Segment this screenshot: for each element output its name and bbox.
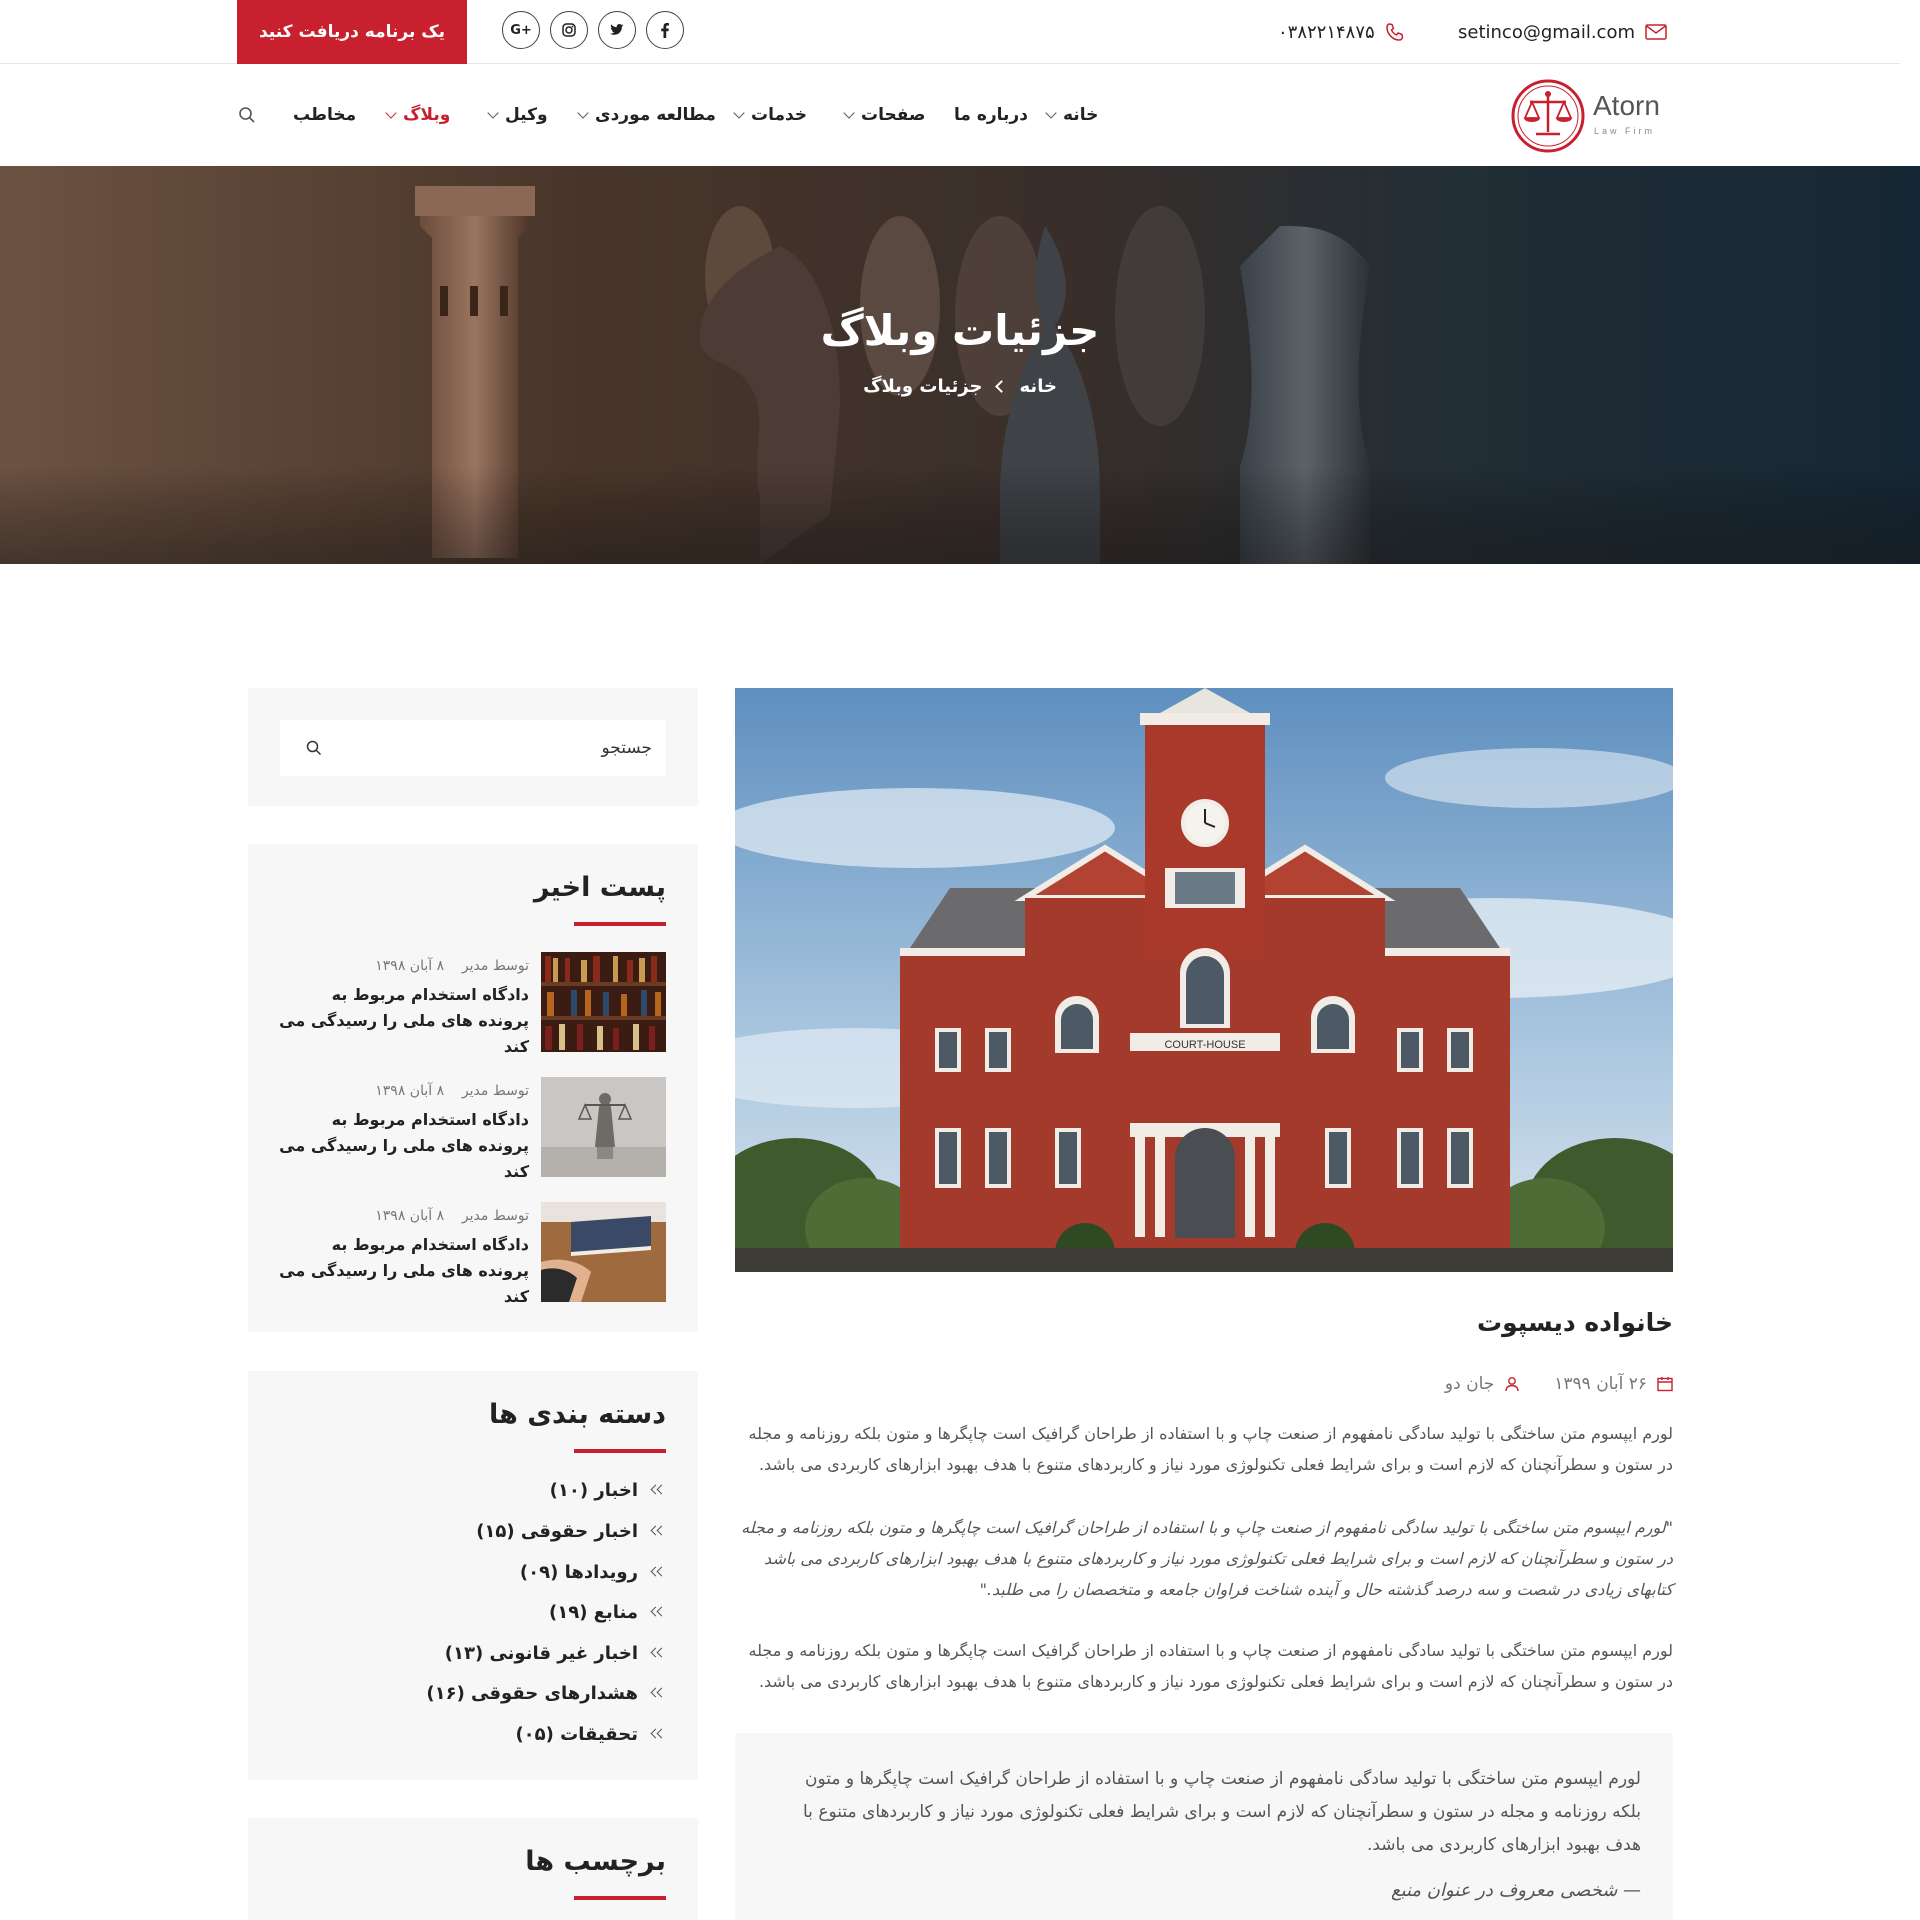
category-item[interactable]: رویدادها (۰۹) — [520, 1557, 667, 1587]
post-paragraph: لورم ایپسوم متن ساختگی با تولید سادگی نا… — [748, 1424, 1673, 1474]
recent-posts-title: پست اخیر — [533, 872, 666, 903]
email-address: setinco@gmail.com — [1458, 21, 1635, 43]
title-underline — [574, 922, 666, 926]
post-meta: توسط مدیر ۸ آبان ۱۳۹۸ — [375, 958, 529, 974]
nav-item-case-study[interactable]: مطالعه موردی — [577, 100, 716, 130]
nav-item-blog[interactable]: وبلاگ — [385, 100, 450, 130]
title-underline — [574, 1896, 666, 1900]
breadcrumb-current: جزئیات وبلاگ — [863, 376, 983, 397]
breadcrumb: خانه جزئیات وبلاگ — [0, 376, 1920, 397]
tags-widget: برچسب ها — [248, 1818, 698, 1920]
search-icon[interactable] — [238, 106, 256, 124]
post-title[interactable]: دادگاه استخدام مربوط به پرونده های ملی ر… — [279, 1232, 529, 1310]
recent-post[interactable]: توسط مدیر ۸ آبان ۱۳۹۸ دادگاه استخدام مرب… — [279, 952, 666, 1056]
search-input[interactable] — [322, 720, 652, 776]
double-chevron-left-icon — [650, 1484, 667, 1496]
envelope-icon — [1645, 24, 1667, 40]
chevron-down-icon — [733, 107, 745, 119]
category-item[interactable]: اخبار حقوقی (۱۵) — [476, 1516, 667, 1546]
page-hero: جزئیات وبلاگ خانه جزئیات وبلاگ — [0, 166, 1920, 564]
chevron-down-icon — [843, 107, 855, 119]
twitter-icon[interactable] — [598, 11, 636, 49]
blockquote-source: — شخصی معروف در عنوان منبع — [1390, 1880, 1641, 1901]
recent-post[interactable]: توسط مدیر ۸ آبان ۱۳۹۸ دادگاه استخدام مرب… — [279, 1202, 666, 1306]
user-icon — [1505, 1377, 1519, 1392]
category-item[interactable]: منابع (۱۹) — [549, 1597, 667, 1627]
courthouse-sign: COURT-HOUSE — [1164, 1039, 1245, 1051]
post-title[interactable]: دادگاه استخدام مربوط به پرونده های ملی ر… — [279, 982, 529, 1060]
chevron-down-icon — [487, 107, 499, 119]
blockquote-text: لورم ایپسوم متن ساختگی با تولید سادگی نا… — [803, 1769, 1641, 1855]
phone-icon — [1385, 23, 1403, 41]
post-paragraph-quote: "لورم ایپسوم متن ساختگی با تولید سادگی ن… — [741, 1518, 1673, 1599]
double-chevron-left-icon — [650, 1606, 667, 1618]
search-icon[interactable] — [306, 740, 322, 756]
post-thumbnail-bookshelf — [541, 952, 666, 1052]
nav-item-pages[interactable]: صفحات — [843, 100, 925, 130]
nav-item-contact[interactable]: مخاطب — [293, 100, 356, 130]
post-meta: توسط مدیر ۸ آبان ۱۳۹۸ — [375, 1208, 529, 1224]
category-item[interactable]: اخبار غیر قانونی (۱۳) — [445, 1638, 667, 1668]
double-chevron-left-icon — [650, 1525, 667, 1537]
categories-widget: دسته بندی ها اخبار (۱۰) اخبار حقوقی (۱۵)… — [248, 1371, 698, 1780]
recent-posts-widget: پست اخیر توسط مدیر ۸ آبان ۱۳۹۸ دادگاه اس… — [248, 844, 698, 1332]
recent-post[interactable]: توسط مدیر ۸ آبان ۱۳۹۸ دادگاه استخدام مرب… — [279, 1077, 666, 1181]
calendar-icon — [1657, 1377, 1673, 1392]
page-title: جزئیات وبلاگ — [820, 306, 1100, 355]
google-plus-icon[interactable]: G+ — [502, 11, 540, 49]
nav-item-home[interactable]: خانه — [1045, 100, 1098, 130]
search-box — [280, 720, 666, 776]
post-author[interactable]: جان دو — [1445, 1374, 1494, 1394]
logo-tagline: Law Firm — [1594, 126, 1656, 136]
site-logo[interactable]: Atorn Law Firm — [1510, 78, 1670, 154]
post-meta: توسط مدیر ۸ آبان ۱۳۹۸ — [375, 1083, 529, 1099]
chevron-down-icon — [1045, 107, 1057, 119]
category-item[interactable]: اخبار (۱۰) — [550, 1475, 667, 1505]
blockquote: لورم ایپسوم متن ساختگی با تولید سادگی نا… — [735, 1733, 1673, 1920]
double-chevron-left-icon — [650, 1687, 667, 1699]
post-meta-row: ۲۶ آبان ۱۳۹۹ جان دو — [1445, 1374, 1673, 1394]
chevron-left-icon — [994, 380, 1008, 393]
courthouse-image: COURT-HOUSE — [735, 688, 1673, 1272]
post-title[interactable]: دادگاه استخدام مربوط به پرونده های ملی ر… — [279, 1107, 529, 1185]
logo-name: Atorn — [1593, 90, 1660, 121]
phone-number: ۰۳۸۲۲۱۴۸۷۵ — [1278, 21, 1375, 43]
nav-item-lawyer[interactable]: وکیل — [487, 100, 548, 130]
search-widget — [248, 688, 698, 806]
instagram-icon[interactable] — [550, 11, 588, 49]
title-underline — [574, 1449, 666, 1453]
post-thumbnail-law-book — [541, 1202, 666, 1302]
post-thumbnail-lady-justice — [541, 1077, 666, 1177]
chevron-down-icon — [385, 107, 397, 119]
category-item[interactable]: تحقیقات (۰۵) — [515, 1719, 667, 1749]
post-date: ۲۶ آبان ۱۳۹۹ — [1554, 1374, 1647, 1394]
double-chevron-left-icon — [650, 1566, 667, 1578]
post-featured-image: COURT-HOUSE — [735, 688, 1673, 1272]
categories-title: دسته بندی ها — [489, 1399, 666, 1430]
phone-contact[interactable]: ۰۳۸۲۲۱۴۸۷۵ — [1278, 18, 1405, 46]
tags-title: برچسب ها — [525, 1846, 666, 1877]
facebook-icon[interactable] — [646, 11, 684, 49]
breadcrumb-home[interactable]: خانه — [1020, 376, 1057, 397]
chevron-down-icon — [577, 107, 589, 119]
post-heading: خانواده دیسپوت — [1477, 1308, 1673, 1337]
nav-item-about[interactable]: درباره ما — [954, 100, 1028, 130]
top-bar: یک برنامه دریافت کنید G+ ۰۳۸۲۲۱۴۸۷۵ seti… — [0, 0, 1900, 64]
scales-of-justice-icon — [1511, 79, 1585, 153]
nav-item-services[interactable]: خدمات — [733, 100, 807, 130]
get-program-button[interactable]: یک برنامه دریافت کنید — [237, 0, 467, 64]
double-chevron-left-icon — [650, 1647, 667, 1659]
main-navigation: مخاطب وبلاگ وکیل مطالعه موردی خدمات صفحا… — [0, 64, 1900, 166]
double-chevron-left-icon — [650, 1728, 667, 1740]
chess-pieces-background — [0, 166, 1920, 564]
email-contact[interactable]: setinco@gmail.com — [1458, 18, 1667, 46]
category-item[interactable]: هشدارهای حقوقی (۱۶) — [426, 1678, 667, 1708]
post-paragraph: لورم ایپسوم متن ساختگی با تولید سادگی نا… — [748, 1641, 1673, 1691]
